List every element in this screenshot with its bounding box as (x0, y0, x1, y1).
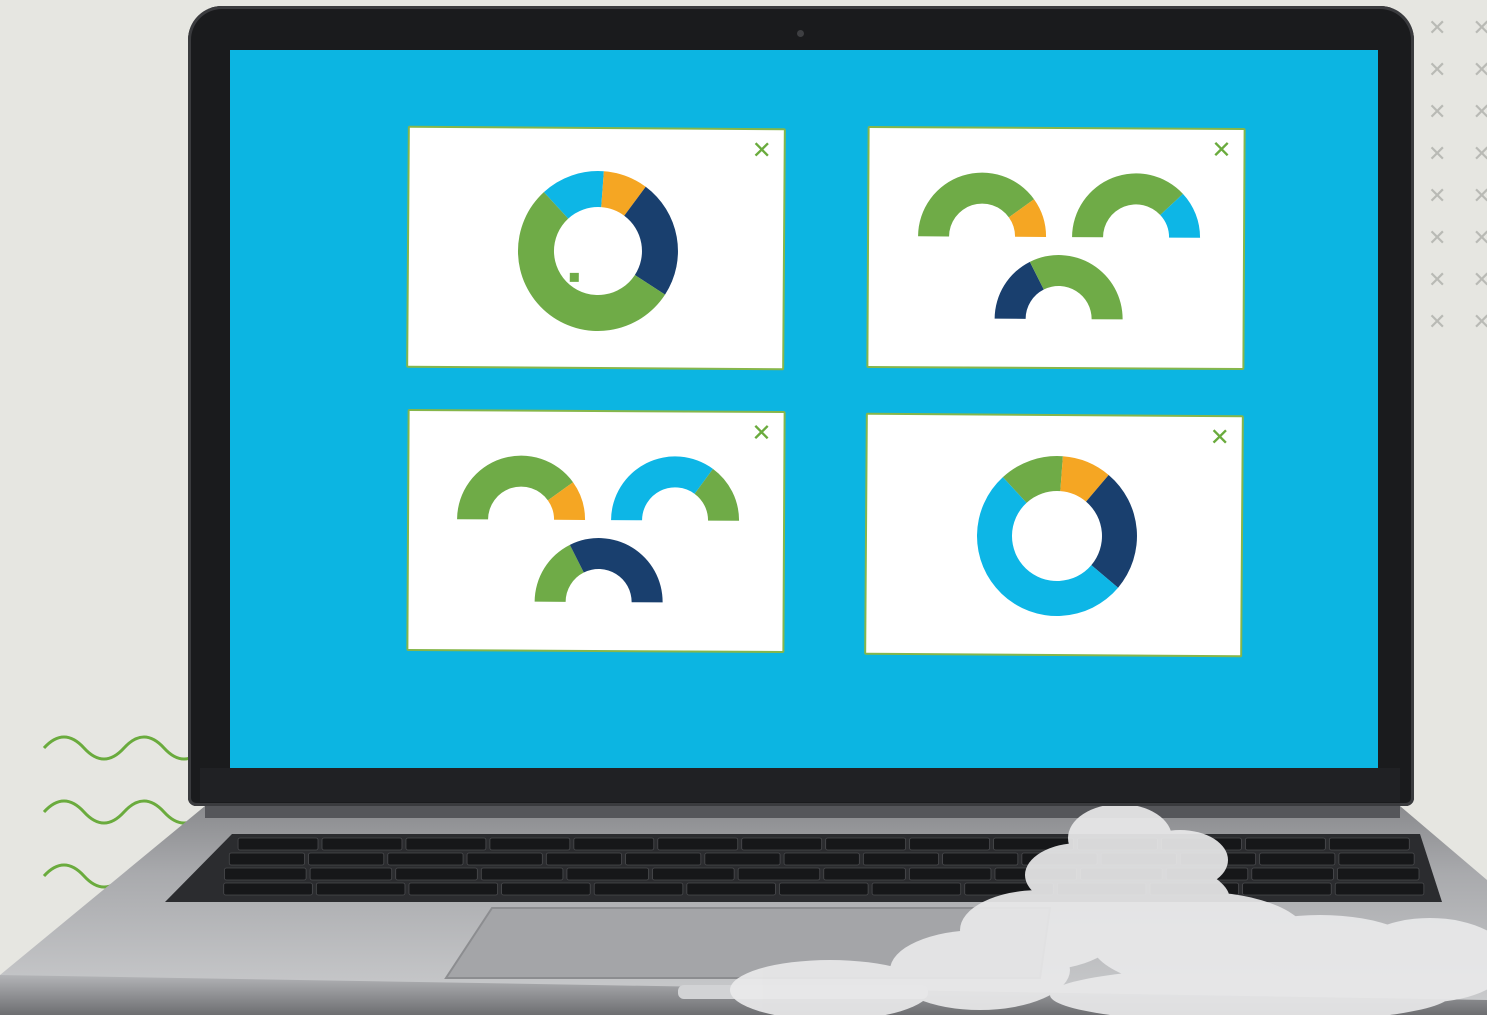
chart-donut-1 (517, 171, 678, 332)
keyboard-key (908, 867, 992, 881)
keyboard-key (909, 837, 990, 851)
keyboard-key (309, 867, 393, 881)
keyboard-key (223, 882, 313, 896)
keyboard-key (1259, 852, 1336, 866)
keyboard-key (1336, 867, 1420, 881)
keyboard-key (1338, 852, 1415, 866)
keyboard-key (466, 852, 543, 866)
keyboard-key (625, 852, 702, 866)
gauge-1-2-segment-green (1029, 255, 1123, 320)
keyboard-key (545, 852, 622, 866)
chart-window-gauges-2: ✕ (406, 409, 786, 653)
keyboard-key (573, 837, 655, 851)
keyboard-key (652, 867, 735, 881)
keyboard-key (228, 852, 305, 866)
keyboard-key (942, 852, 1019, 866)
gauge-1-1-segment-green (1072, 173, 1183, 238)
keyboard-key (405, 837, 487, 851)
keyboard-key (321, 837, 403, 851)
keyboard-key (308, 852, 385, 866)
screen-bezel (200, 768, 1400, 802)
keyboard-key (387, 852, 464, 866)
keyboard-key (1251, 867, 1334, 881)
keyboard-key (779, 882, 869, 896)
keyboard-key (862, 852, 940, 866)
chart-gauges-2 (457, 455, 740, 603)
camera (797, 30, 804, 37)
keyboard-key (704, 852, 781, 866)
keyboard-key (395, 867, 478, 881)
keyboard-key (783, 852, 860, 866)
keyboard-key (593, 882, 684, 896)
keyboard-key (237, 837, 319, 851)
legend-marker (569, 272, 579, 282)
keyboard-key (1328, 837, 1410, 851)
keyboard-key (741, 837, 823, 851)
laptop-scene: ✕ ✕ ✕ ✕ ✕ ✕ ✕ ✕ ✕ ✕ ✕ ✕ ✕ ✕ ✕ ✕ ✕ ✕ ✕ ✕ (0, 0, 1487, 1015)
chart-window-donut-1: ✕ (406, 125, 786, 371)
keyboard-key (566, 867, 649, 881)
keyboard-key (825, 837, 907, 851)
keyboard-key (686, 882, 776, 896)
keyboard-key (657, 837, 739, 851)
keyboard-key (480, 867, 564, 881)
keyboard-key (1334, 882, 1425, 896)
keyboard-key (871, 882, 962, 896)
keyboard-key (1242, 882, 1332, 896)
keyboard-key (489, 837, 571, 851)
chart-donut-2 (976, 456, 1137, 616)
chart-gauges-1 (918, 172, 1201, 320)
keyboard-key (737, 867, 821, 881)
keyboard-key (823, 867, 906, 881)
keyboard-key (315, 882, 406, 896)
keyboard-key (408, 882, 498, 896)
gauge-2-1-segment-sky (611, 456, 713, 521)
chart-window-donut-2: ✕ (864, 412, 1244, 658)
keyboard-key (501, 882, 591, 896)
gauge-2-2-segment-navy (569, 538, 663, 603)
keyboard-key (224, 867, 307, 881)
chart-window-gauges-1: ✕ (866, 126, 1246, 370)
keyboard-key (1245, 837, 1326, 851)
